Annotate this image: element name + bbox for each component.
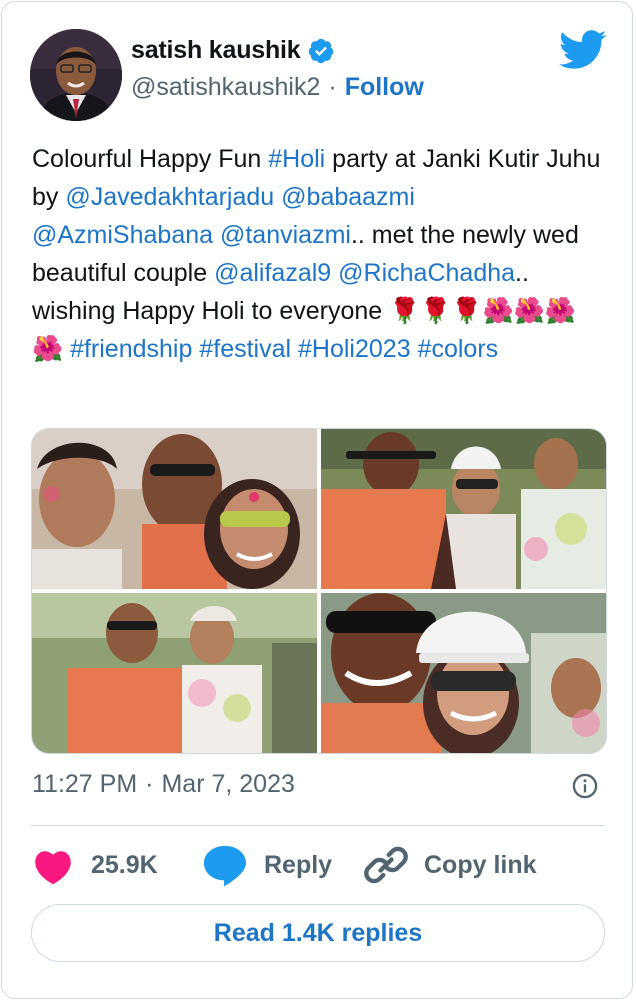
heart-icon: [35, 851, 71, 885]
tweet-text-segment: [213, 221, 220, 249]
tweet-text: Colourful Happy Fun #Holi party at Janki…: [32, 140, 602, 368]
photo-2[interactable]: [321, 429, 606, 589]
photo-3[interactable]: [32, 593, 317, 753]
reply-icon: [203, 845, 247, 887]
tweet-actions: 25.9K Reply Copy link: [31, 840, 605, 890]
avatar[interactable]: [30, 29, 122, 121]
author-handle-row: @satishkaushik2 · Follow: [131, 73, 424, 102]
tweet-text-segment: [411, 335, 418, 363]
media-grid[interactable]: [31, 428, 607, 754]
read-replies-button[interactable]: Read 1.4K replies: [31, 904, 605, 962]
reply-label: Reply: [264, 850, 333, 879]
twitter-bird-icon[interactable]: [559, 30, 607, 70]
mention-link[interactable]: @RichaChadha: [338, 259, 515, 287]
hashtag-link[interactable]: #Holi: [268, 145, 325, 173]
like-count: 25.9K: [91, 850, 158, 879]
link-icon: [364, 846, 408, 884]
author-name[interactable]: satish kaushik: [131, 36, 301, 65]
mention-link[interactable]: @Javedakhtarjadu: [65, 183, 274, 211]
follow-button[interactable]: Follow: [345, 73, 424, 102]
mention-link[interactable]: @AzmiShabana: [32, 221, 213, 249]
copy-link-button[interactable]: Copy link: [364, 840, 537, 890]
separator: ·: [145, 770, 154, 798]
info-icon[interactable]: [571, 772, 599, 800]
verified-icon: [308, 38, 333, 63]
hashtag-link[interactable]: #colors: [418, 335, 499, 363]
photo-4[interactable]: [321, 593, 606, 753]
author-name-row[interactable]: satish kaushik: [131, 36, 335, 65]
reply-button[interactable]: Reply: [202, 840, 332, 890]
mention-link[interactable]: @tanviazmi: [220, 221, 351, 249]
tweet-time[interactable]: 11:27 PM: [32, 770, 137, 799]
tweet-text-segment: Colourful Happy Fun: [32, 145, 269, 173]
tweet-text-segment: [291, 335, 298, 363]
copy-link-label: Copy link: [424, 850, 537, 879]
separator: ·: [328, 73, 337, 101]
photo-1[interactable]: [32, 429, 317, 589]
hashtag-link[interactable]: #festival: [199, 335, 291, 363]
author-handle[interactable]: @satishkaushik2: [131, 73, 320, 102]
mention-link[interactable]: @alifazal9: [214, 259, 331, 287]
tweet-date[interactable]: Mar 7, 2023: [161, 770, 294, 799]
mention-link[interactable]: @babaazmi: [281, 183, 415, 211]
tweet-timestamp[interactable]: 11:27 PM · Mar 7, 2023: [32, 770, 295, 799]
like-button[interactable]: 25.9K: [31, 840, 158, 890]
divider: [31, 825, 605, 826]
hashtag-link[interactable]: #Holi2023: [298, 335, 411, 363]
tweet-body: Colourful Happy Fun #Holi party at Janki…: [32, 140, 602, 368]
hashtag-link[interactable]: #friendship: [70, 335, 192, 363]
